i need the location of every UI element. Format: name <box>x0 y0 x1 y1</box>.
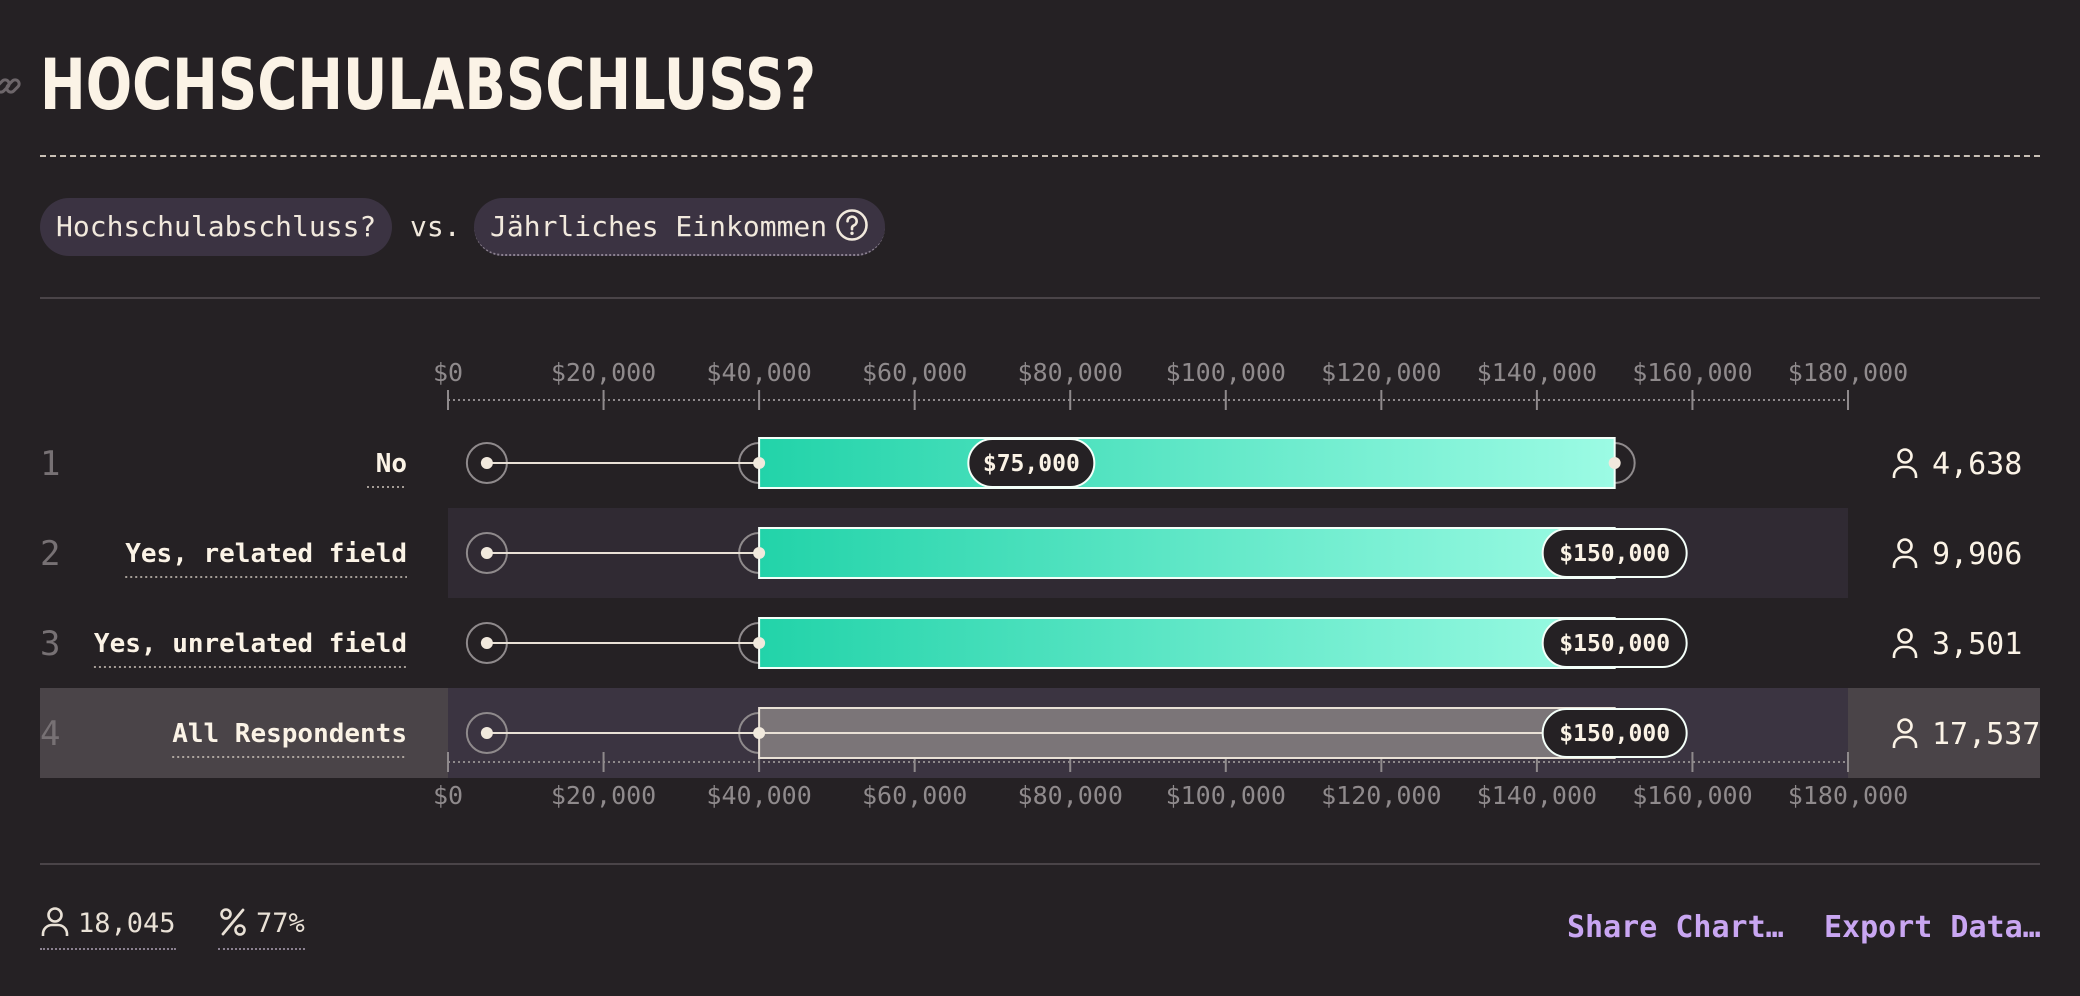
row-label: Yes, unrelated field <box>94 629 407 659</box>
response-rate[interactable]: 77% <box>218 907 305 950</box>
person-icon <box>41 906 69 936</box>
x-tick-label: $0 <box>433 781 463 810</box>
whisker-low-dot <box>480 637 493 649</box>
q1-dot <box>753 457 766 469</box>
row-rank: 4 <box>40 714 60 754</box>
x-tick-label: $100,000 <box>1166 781 1286 810</box>
row-count: 3,501 <box>1932 627 2022 662</box>
person-icon-body <box>1892 645 1918 658</box>
whisker-low-dot <box>480 457 493 469</box>
row-rank: 1 <box>40 444 60 484</box>
x-tick-label: $20,000 <box>551 781 656 810</box>
x-tick-label: $160,000 <box>1632 358 1752 387</box>
row-count: 4,638 <box>1932 447 2022 482</box>
x-tick-label: $160,000 <box>1632 781 1752 810</box>
x-tick-label: $20,000 <box>551 358 656 387</box>
iqr-bar <box>758 437 1616 489</box>
iqr-bar <box>758 617 1616 669</box>
row-count: 17,537 <box>1932 717 2040 752</box>
x-tick-label: $0 <box>433 358 463 387</box>
share-chart-link[interactable]: Share Chart… <box>1567 910 1784 945</box>
row-label: Yes, related field <box>125 539 407 569</box>
x-tick-label: $180,000 <box>1788 781 1908 810</box>
x-tick-label: $120,000 <box>1321 781 1441 810</box>
x-tick-label: $40,000 <box>706 358 811 387</box>
row-count: 9,906 <box>1932 537 2022 572</box>
x-tick-label: $100,000 <box>1166 358 1286 387</box>
median-badge-label: $150,000 <box>1559 721 1670 747</box>
median-badge-label: $150,000 <box>1559 541 1670 567</box>
x-tick-label: $40,000 <box>706 781 811 810</box>
x-tick-label: $80,000 <box>1018 358 1123 387</box>
x-tick-label: $60,000 <box>862 781 967 810</box>
whisker-low-dot <box>480 727 493 739</box>
x-tick-label: $140,000 <box>1477 358 1597 387</box>
total-respondents-value: 18,045 <box>78 908 176 939</box>
iqr-bar <box>758 527 1616 579</box>
q3-dot <box>1608 457 1621 469</box>
row-rank: 3 <box>40 624 60 664</box>
person-icon-head <box>1897 628 1913 644</box>
person-icon-body <box>1892 555 1918 568</box>
x-tick-label: $120,000 <box>1321 358 1441 387</box>
q1-dot <box>753 637 766 649</box>
person-icon-head <box>1897 538 1913 554</box>
response-rate-value: 77% <box>256 908 305 939</box>
footer-divider <box>40 863 2040 865</box>
q1-dot <box>753 727 766 739</box>
x-tick-label: $180,000 <box>1788 358 1908 387</box>
percent-icon <box>220 907 246 936</box>
whisker-low-dot <box>480 547 493 559</box>
person-icon-head <box>1897 448 1913 464</box>
q1-dot <box>753 547 766 559</box>
row-count-icon <box>1892 628 1918 658</box>
x-tick-label: $140,000 <box>1477 781 1597 810</box>
x-tick-label: $60,000 <box>862 358 967 387</box>
row-count-icon <box>1892 448 1918 478</box>
total-respondents[interactable]: 18,045 <box>40 906 176 950</box>
row-label: All Respondents <box>172 719 407 749</box>
person-icon-body <box>1892 465 1918 478</box>
row-count-icon <box>1892 538 1918 568</box>
x-tick-label: $80,000 <box>1018 781 1123 810</box>
income-range-chart: $0 $20,000 $40,000 $60,000 $80,000 $100,000 $1… <box>40 358 2040 810</box>
export-data-link[interactable]: Export Data… <box>1824 910 2041 945</box>
median-badge-label: $150,000 <box>1559 631 1670 657</box>
median-badge-label: $75,000 <box>983 451 1080 477</box>
row-label: No <box>376 449 407 479</box>
row-rank: 2 <box>40 534 60 574</box>
